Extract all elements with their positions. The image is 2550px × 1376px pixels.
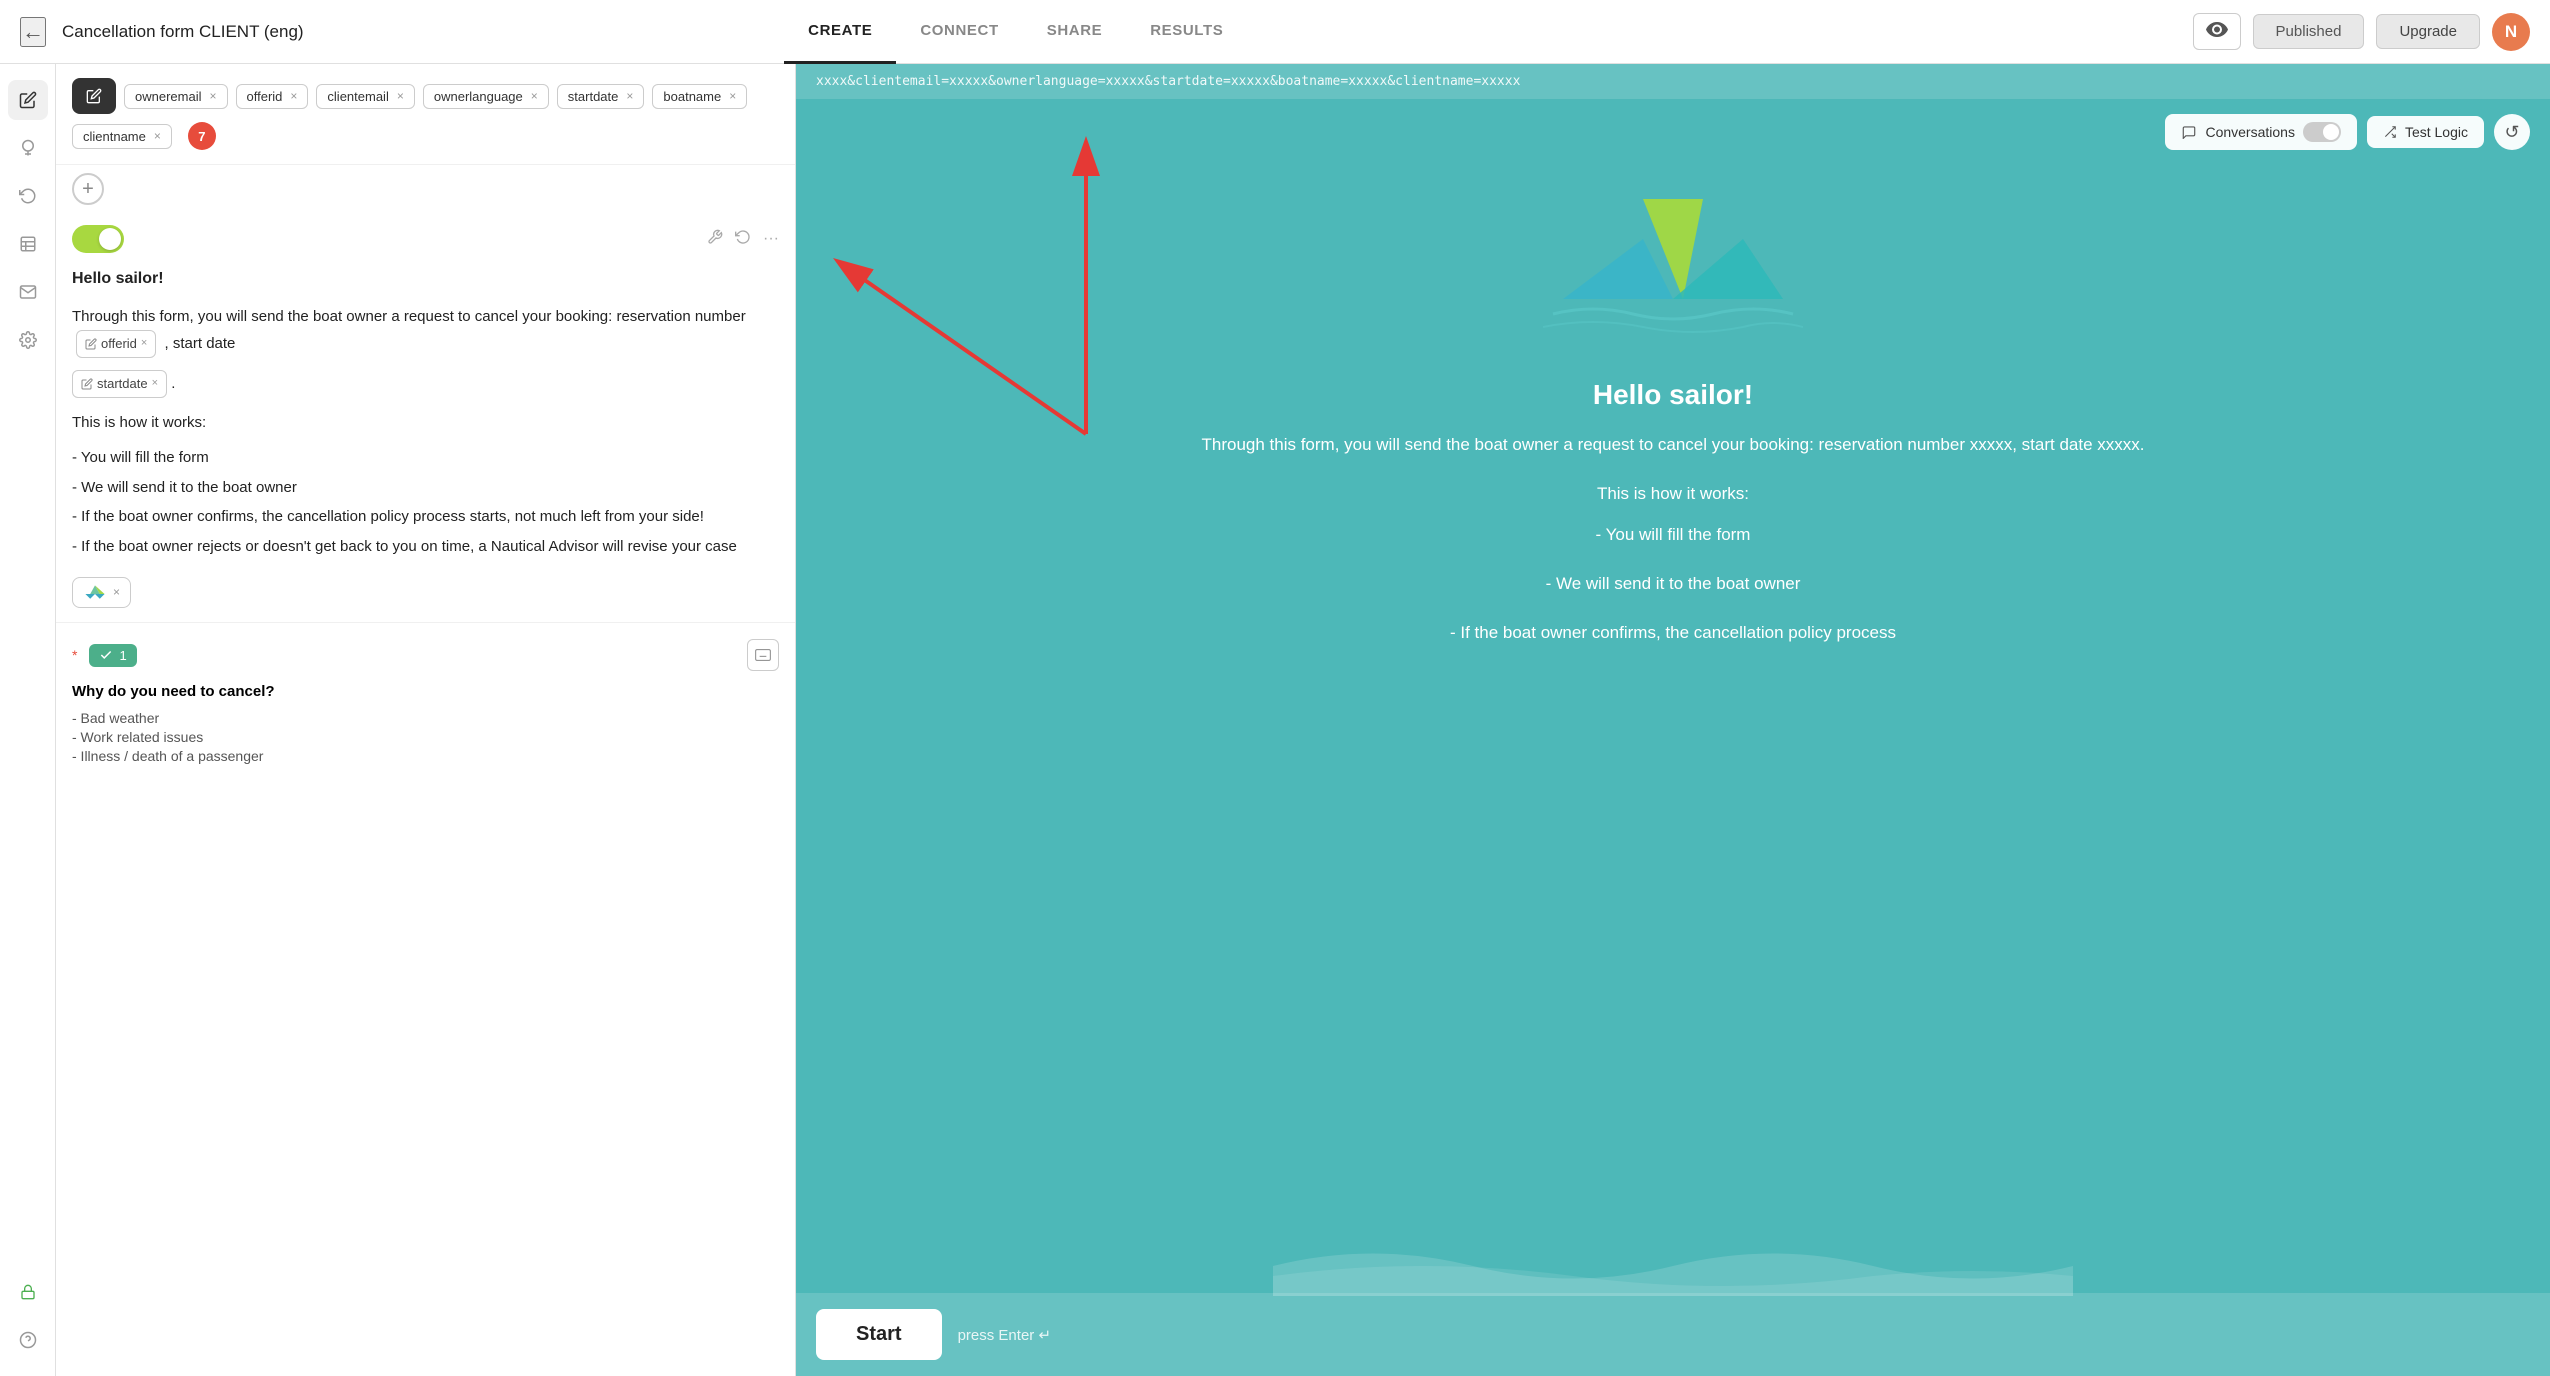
sidebar-icon-logic[interactable] (8, 176, 48, 216)
sidebar-icon-edit[interactable] (8, 80, 48, 120)
preview-panel: xxxx&clientemail=xxxxx&ownerlanguage=xxx… (796, 64, 2550, 1376)
page-title: Cancellation form CLIENT (eng) (62, 22, 304, 42)
refresh-icon[interactable] (735, 229, 751, 250)
answer-1: - Work related issues (72, 729, 779, 745)
navbar: ← Cancellation form CLIENT (eng) CREATE … (0, 0, 2550, 64)
preview-list-1: - We will send it to the boat owner (1201, 570, 2144, 599)
list-item-1: - We will send it to the boat owner (72, 475, 779, 501)
list-item-0: - You will fill the form (72, 445, 779, 471)
var-tag-ownerlanguage[interactable]: ownerlanguage× (423, 84, 549, 109)
answer-0: - Bad weather (72, 710, 779, 726)
sidebar-icon-table[interactable] (8, 224, 48, 264)
block-toggle-1[interactable] (72, 225, 124, 253)
list-item-2: - If the boat owner confirms, the cancel… (72, 504, 779, 530)
greeting-text: Hello sailor! (72, 265, 779, 292)
question-text: Why do you need to cancel? (72, 683, 779, 700)
choice-label: 1 (119, 648, 126, 663)
tab-results[interactable]: RESULTS (1126, 0, 1247, 64)
var-offerid-label: offerid (101, 333, 137, 355)
published-button[interactable]: Published (2253, 14, 2365, 49)
image-remove-icon[interactable]: × (113, 582, 120, 602)
back-button[interactable]: ← (20, 17, 46, 47)
variable-bar: owneremail× offerid× clientemail× ownerl… (56, 64, 795, 165)
block-card-2: * 1 Why do you need to cancel? - Bad wea… (56, 622, 795, 780)
block-header-1: ··· (72, 225, 779, 253)
test-logic-button[interactable]: Test Logic (2367, 116, 2484, 148)
image-tag-boat[interactable]: × (72, 577, 131, 607)
editor-panel: owneremail× offerid× clientemail× ownerl… (56, 64, 796, 1376)
sidebar (0, 64, 56, 1376)
sidebar-icon-settings[interactable] (8, 320, 48, 360)
preview-list-2: - If the boat owner confirms, the cancel… (1201, 619, 2144, 648)
preview-toolbar: Conversations Test Logic ↺ (2165, 114, 2530, 150)
pencil-button[interactable] (72, 78, 116, 114)
conversations-toggle[interactable] (2303, 122, 2341, 142)
press-enter-hint: press Enter ↵ (958, 1326, 1051, 1344)
sidebar-icon-theme[interactable] (8, 128, 48, 168)
sidebar-icon-email[interactable] (8, 272, 48, 312)
boat-illustration (1543, 159, 1803, 359)
text-between: , start date (165, 335, 236, 352)
list-item-3: - If the boat owner rejects or doesn't g… (72, 534, 779, 560)
inline-var-startdate[interactable]: startdate × (72, 370, 167, 398)
var-tag-offerid[interactable]: offerid× (236, 84, 309, 109)
refresh-preview-button[interactable]: ↺ (2494, 114, 2530, 150)
paragraph-1: Through this form, you will send the boa… (72, 304, 779, 358)
required-star: * (72, 647, 77, 663)
inline-var-offerid[interactable]: offerid × (76, 330, 156, 358)
var-tag-owneremail[interactable]: owneremail× (124, 84, 228, 109)
var-tag-clientname[interactable]: clientname× (72, 124, 172, 149)
paragraph1-text: Through this form, you will send the boa… (72, 308, 746, 325)
add-block-row: + (56, 165, 795, 213)
var-tag-startdate[interactable]: startdate× (557, 84, 645, 109)
preview-button[interactable] (2193, 13, 2241, 50)
nav-right: Published Upgrade N (2193, 13, 2530, 51)
tab-connect[interactable]: CONNECT (896, 0, 1022, 64)
keyboard-icon[interactable] (747, 639, 779, 671)
var-tag-boatname[interactable]: boatname× (652, 84, 747, 109)
preview-how-it-works: This is how it works: (1201, 480, 2144, 509)
nav-tabs: CREATE CONNECT SHARE RESULTS (784, 0, 1247, 64)
conversations-label: Conversations (2205, 124, 2295, 140)
upgrade-button[interactable]: Upgrade (2376, 14, 2480, 49)
paragraph-2: This is how it works: (72, 410, 779, 436)
test-logic-label: Test Logic (2405, 124, 2468, 140)
tab-share[interactable]: SHARE (1023, 0, 1127, 64)
block-card-1: ··· Hello sailor! Through this form, you… (56, 213, 795, 622)
var-tag-clientemail[interactable]: clientemail× (316, 84, 414, 109)
add-block-button[interactable]: + (72, 173, 104, 205)
choice-badge[interactable]: 1 (89, 644, 136, 667)
block-header-2: * 1 (72, 639, 779, 671)
block-text-1: Hello sailor! Through this form, you wil… (72, 265, 779, 610)
wrench-icon[interactable] (707, 229, 723, 250)
start-bar: Start press Enter ↵ (796, 1293, 2550, 1376)
sidebar-icon-help[interactable] (8, 1320, 48, 1360)
conversations-button[interactable]: Conversations (2165, 114, 2357, 150)
preview-paragraph: Through this form, you will send the boa… (1201, 431, 2144, 460)
preview-text-content: Hello sailor! Through this form, you wil… (1141, 379, 2204, 667)
block-tools-1: ··· (707, 229, 779, 250)
more-icon[interactable]: ··· (763, 230, 779, 248)
answer-2: - Illness / death of a passenger (72, 748, 779, 764)
wave-decoration (796, 1236, 2550, 1296)
preview-list-0: - You will fill the form (1201, 521, 2144, 550)
variable-count-badge: 7 (188, 122, 216, 150)
main-layout: owneremail× offerid× clientemail× ownerl… (0, 64, 2550, 1376)
var-startdate-label: startdate (97, 373, 148, 395)
avatar: N (2492, 13, 2530, 51)
sidebar-icon-lock[interactable] (8, 1272, 48, 1312)
eye-icon (2206, 22, 2228, 41)
preview-greeting: Hello sailor! (1201, 379, 2144, 411)
tab-create[interactable]: CREATE (784, 0, 896, 64)
back-icon: ← (22, 19, 44, 45)
preview-content: Hello sailor! Through this form, you wil… (796, 99, 2550, 1376)
start-button[interactable]: Start (816, 1309, 942, 1360)
preview-url-bar: xxxx&clientemail=xxxxx&ownerlanguage=xxx… (796, 64, 2550, 99)
paragraph-startdate: startdate × . (72, 370, 779, 398)
